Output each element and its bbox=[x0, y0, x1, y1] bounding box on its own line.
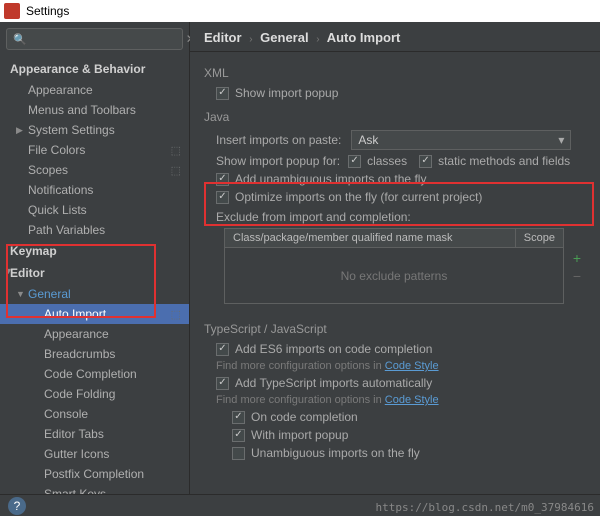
tree-item[interactable]: Editor Tabs bbox=[0, 424, 189, 444]
crumb-general[interactable]: General bbox=[260, 30, 308, 45]
search-icon: 🔍 bbox=[13, 33, 27, 46]
label-show-popup-for: Show import popup for: bbox=[216, 154, 340, 168]
crumb-auto-import: Auto Import bbox=[327, 30, 401, 45]
chevron-right-icon: › bbox=[249, 34, 252, 45]
tree-item[interactable]: ▶System Settings bbox=[0, 120, 189, 140]
chevron-down-icon: ▼ bbox=[16, 289, 25, 299]
tree-item[interactable]: Notifications bbox=[0, 180, 189, 200]
label-es6: Add ES6 imports on code completion bbox=[235, 342, 432, 356]
window-titlebar: Settings bbox=[0, 0, 600, 22]
tree-item[interactable]: Breadcrumbs bbox=[0, 344, 189, 364]
select-insert-paste[interactable]: Ask bbox=[351, 130, 571, 150]
window-title: Settings bbox=[26, 4, 69, 18]
tree-item-general[interactable]: ▼General bbox=[0, 284, 189, 304]
tree-item[interactable]: Appearance bbox=[0, 324, 189, 344]
tree-item[interactable]: Code Completion bbox=[0, 364, 189, 384]
tree-item[interactable]: Code Folding bbox=[0, 384, 189, 404]
chevron-down-icon: ▼ bbox=[4, 266, 13, 276]
project-badge-icon: ⬚ bbox=[171, 308, 181, 321]
tree-item[interactable]: Appearance bbox=[0, 80, 189, 100]
tree-item[interactable]: Gutter Icons bbox=[0, 444, 189, 464]
checkbox-ts-auto[interactable] bbox=[216, 377, 229, 390]
tree-item[interactable]: Quick Lists bbox=[0, 200, 189, 220]
exclude-table-body: No exclude patterns + − bbox=[224, 248, 564, 304]
exclude-table-header: Class/package/member qualified name mask… bbox=[224, 228, 564, 248]
search-input[interactable] bbox=[31, 32, 186, 46]
link-code-style-1[interactable]: Code Style bbox=[385, 360, 439, 372]
tree-item[interactable]: Auto Import⬚ bbox=[0, 304, 189, 324]
label-static: static methods and fields bbox=[438, 154, 570, 168]
project-badge-icon: ⬚ bbox=[171, 144, 181, 157]
chevron-right-icon: › bbox=[316, 34, 319, 45]
tree-item[interactable]: Postfix Completion bbox=[0, 464, 189, 484]
label-on-cc: On code completion bbox=[251, 410, 358, 424]
section-xml: XML bbox=[204, 66, 586, 80]
label-classes: classes bbox=[367, 154, 407, 168]
tree-item[interactable]: Scopes⬚ bbox=[0, 160, 189, 180]
tree-item[interactable]: File Colors⬚ bbox=[0, 140, 189, 160]
chevron-right-icon: ▶ bbox=[16, 125, 23, 136]
checkbox-add-unambiguous[interactable] bbox=[216, 173, 229, 186]
checkbox-xml-show-popup[interactable] bbox=[216, 87, 229, 100]
crumb-editor[interactable]: Editor bbox=[204, 30, 242, 45]
add-exclude-button[interactable]: + bbox=[573, 250, 581, 266]
label-optimize: Optimize imports on the fly (for current… bbox=[235, 190, 482, 204]
label-exclude: Exclude from import and completion: bbox=[216, 210, 411, 224]
group-keymap[interactable]: Keymap bbox=[0, 240, 189, 262]
content-pane: Editor › General › Auto Import XML Show … bbox=[190, 22, 600, 494]
empty-placeholder: No exclude patterns bbox=[341, 269, 448, 283]
breadcrumb: Editor › General › Auto Import bbox=[190, 22, 600, 52]
checkbox-static[interactable] bbox=[419, 155, 432, 168]
group-appearance-behavior[interactable]: Appearance & Behavior bbox=[0, 58, 189, 80]
tree-item[interactable]: Console bbox=[0, 404, 189, 424]
section-ts: TypeScript / JavaScript bbox=[204, 322, 586, 336]
checkbox-ts-unambiguous[interactable] bbox=[232, 447, 245, 460]
tree-item[interactable]: Path Variables bbox=[0, 220, 189, 240]
remove-exclude-button: − bbox=[573, 268, 581, 284]
label-with-popup: With import popup bbox=[251, 428, 348, 442]
project-badge-icon: ⬚ bbox=[171, 164, 181, 177]
label-insert-paste: Insert imports on paste: bbox=[216, 133, 341, 147]
watermark: https://blog.csdn.net/m0_37984616 bbox=[375, 501, 594, 514]
label-xml-show-popup: Show import popup bbox=[235, 86, 338, 100]
link-code-style-2[interactable]: Code Style bbox=[385, 394, 439, 406]
checkbox-classes[interactable] bbox=[348, 155, 361, 168]
section-java: Java bbox=[204, 110, 586, 124]
checkbox-es6[interactable] bbox=[216, 343, 229, 356]
checkbox-with-popup[interactable] bbox=[232, 429, 245, 442]
checkbox-on-cc[interactable] bbox=[232, 411, 245, 424]
col-scope: Scope bbox=[516, 229, 563, 247]
help-button[interactable]: ? bbox=[8, 497, 26, 515]
label-ts-auto: Add TypeScript imports automatically bbox=[235, 376, 432, 390]
group-editor[interactable]: ▼Editor bbox=[0, 262, 189, 284]
settings-sidebar: 🔍 ✕ Appearance & Behavior AppearanceMenu… bbox=[0, 22, 190, 494]
col-mask: Class/package/member qualified name mask bbox=[225, 229, 516, 247]
tree-item[interactable]: Menus and Toolbars bbox=[0, 100, 189, 120]
app-icon bbox=[4, 3, 20, 19]
search-box[interactable]: 🔍 ✕ bbox=[6, 28, 183, 50]
label-ts-unambiguous: Unambiguous imports on the fly bbox=[251, 446, 420, 460]
checkbox-optimize[interactable] bbox=[216, 191, 229, 204]
settings-tree: Appearance & Behavior AppearanceMenus an… bbox=[0, 54, 189, 494]
tree-item[interactable]: Smart Keys bbox=[0, 484, 189, 494]
label-add-unambiguous: Add unambiguous imports on the fly bbox=[235, 172, 426, 186]
